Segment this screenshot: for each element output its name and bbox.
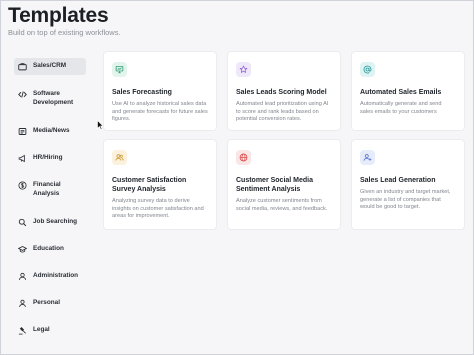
template-card-customer-satisfaction-survey-analysis[interactable]: Customer Satisfaction Survey Analysis An… <box>103 139 217 230</box>
template-card-automated-sales-emails[interactable]: Automated Sales Emails Automatically gen… <box>351 51 465 131</box>
card-description: Automated lead prioritization using AI t… <box>236 101 329 123</box>
sidebar-item-label: Personal <box>33 299 60 306</box>
dollar-icon <box>18 181 27 190</box>
sidebar-item-label: Media/News <box>33 127 70 134</box>
user-plus-icon <box>360 150 375 165</box>
sidebar-item-label: Software Development <box>33 90 74 106</box>
sidebar-item-label: Education <box>33 245 64 252</box>
card-title: Customer Satisfaction Survey Analysis <box>112 177 187 193</box>
users-icon <box>112 150 127 165</box>
template-card-customer-social-media-sentiment-analysis[interactable]: Customer Social Media Sentiment Analysis… <box>227 139 341 230</box>
sidebar-item-hr-hiring[interactable]: HR/Hiring <box>14 150 86 167</box>
card-title: Sales Lead Generation <box>360 177 436 184</box>
card-description: Analyzing survey data to derive insights… <box>112 198 204 220</box>
mouse-cursor <box>97 117 104 130</box>
sidebar-item-media-news[interactable]: Media/News <box>14 123 86 140</box>
sidebar-item-sales-crm[interactable]: Sales/CRM <box>14 58 86 75</box>
template-card-sales-forecasting[interactable]: Sales Forecasting Use AI to analyze hist… <box>103 51 217 131</box>
admin-icon <box>18 272 27 281</box>
graduation-cap-icon <box>18 245 27 254</box>
card-description: Use AI to analyze historical sales data … <box>112 101 208 123</box>
sidebar-item-legal[interactable]: Legal <box>14 322 86 339</box>
sidebar-item-label: Sales/CRM <box>33 62 67 69</box>
globe-icon <box>236 150 251 165</box>
code-icon <box>18 90 27 99</box>
user-icon <box>18 299 27 308</box>
sidebar-item-financial-analysis[interactable]: Financial Analysis <box>14 177 86 202</box>
newspaper-icon <box>18 127 27 136</box>
briefcase-icon <box>18 62 27 71</box>
template-card-sales-leads-scoring-model[interactable]: Sales Leads Scoring Model Automated lead… <box>227 51 341 131</box>
page-title: Templates <box>8 4 109 27</box>
sidebar-item-personal[interactable]: Personal <box>14 295 86 312</box>
card-description: Analyze customer sentiments from social … <box>236 198 328 212</box>
sidebar-item-label: Financial Analysis <box>33 181 61 197</box>
search-icon <box>18 218 27 227</box>
sidebar-item-software-development[interactable]: Software Development <box>14 86 86 111</box>
sidebar-item-label: Legal <box>33 326 50 333</box>
presentation-chart-icon <box>112 62 127 77</box>
at-sign-icon <box>360 62 375 77</box>
sidebar-item-administration[interactable]: Administration <box>14 268 86 285</box>
card-title: Customer Social Media Sentiment Analysis <box>236 177 314 193</box>
card-description: Given an industry and target market, gen… <box>360 189 451 211</box>
sidebar-item-education[interactable]: Education <box>14 241 86 258</box>
megaphone-icon <box>18 154 27 163</box>
page-subtitle: Build on top of existing workflows. <box>8 28 121 37</box>
sidebar-item-label: Job Searching <box>33 218 78 225</box>
card-description: Automatically generate and send sales em… <box>360 101 442 115</box>
gavel-icon <box>18 326 27 335</box>
card-title: Sales Forecasting <box>112 89 172 96</box>
template-card-sales-lead-generation[interactable]: Sales Lead Generation Given an industry … <box>351 139 465 230</box>
sidebar-item-label: HR/Hiring <box>33 154 63 161</box>
star-icon <box>236 62 251 77</box>
sidebar-item-label: Administration <box>33 272 79 279</box>
card-title: Automated Sales Emails <box>360 89 442 96</box>
sidebar-item-job-searching[interactable]: Job Searching <box>14 214 86 231</box>
card-title: Sales Leads Scoring Model <box>236 89 327 96</box>
